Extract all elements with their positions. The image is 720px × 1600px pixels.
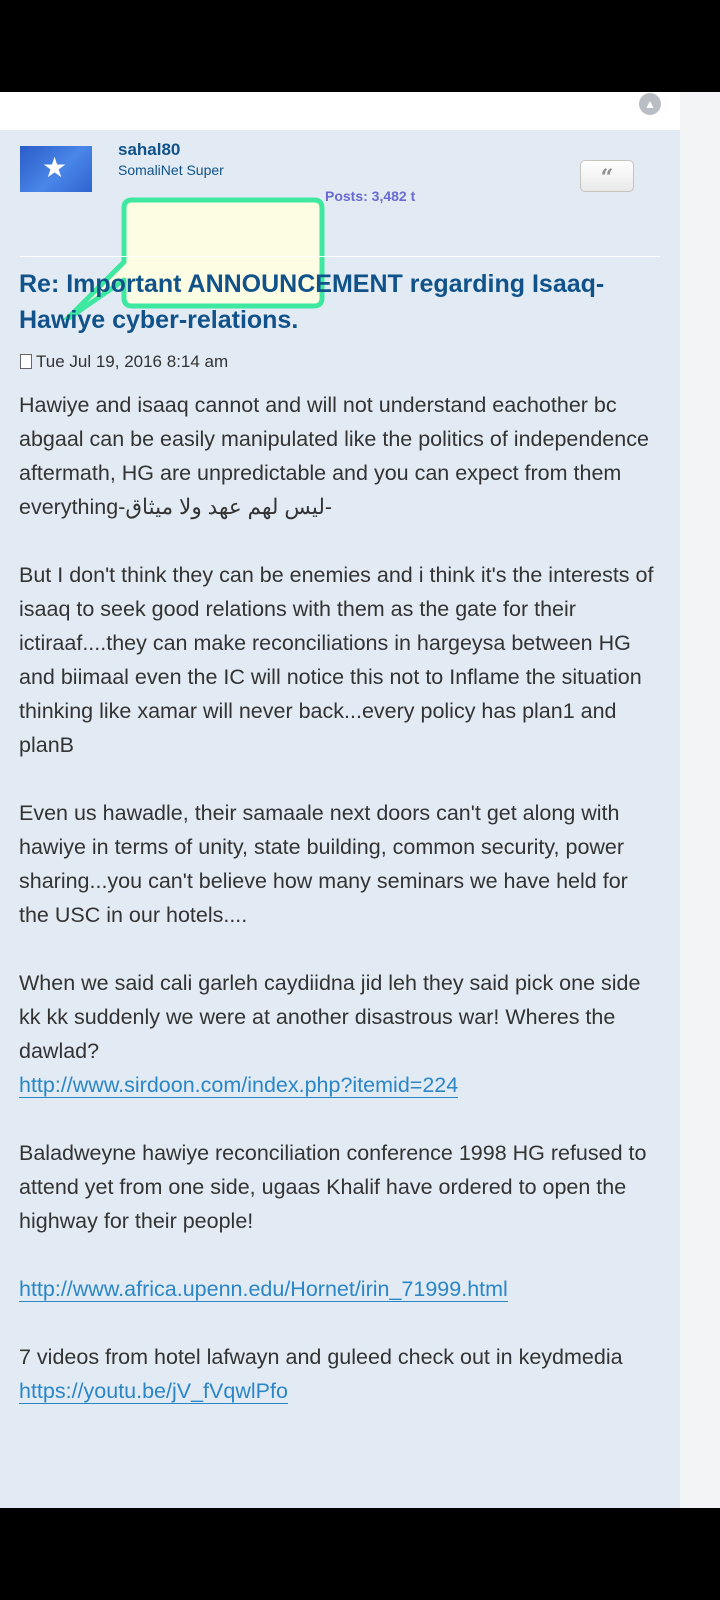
paragraph: Baladweyne hawiye reconciliation confere…	[19, 1141, 647, 1233]
paragraph: Hawiye and isaaq cannot and will not und…	[19, 393, 649, 519]
up-arrow-icon[interactable]: ▲	[639, 93, 661, 115]
post-icon[interactable]	[20, 354, 32, 369]
username[interactable]: sahal80	[118, 140, 180, 160]
navigation-bar-area	[0, 1508, 720, 1600]
post-content: Hawiye and isaaq cannot and will not und…	[19, 388, 659, 1442]
top-nav: ▲	[0, 92, 680, 122]
user-info-link[interactable]: Posts: 3,482 t	[325, 188, 415, 204]
link-africa-upenn[interactable]: http://www.africa.upenn.edu/Hornet/irin_…	[19, 1277, 508, 1302]
paragraph: 7 videos from hotel lafwayn and guleed c…	[19, 1340, 659, 1408]
quote-button[interactable]: “	[580, 160, 634, 192]
paragraph: http://www.africa.upenn.edu/Hornet/irin_…	[19, 1272, 659, 1306]
divider	[20, 256, 660, 257]
post-date: Tue Jul 19, 2016 8:14 am	[20, 352, 228, 372]
status-bar-area	[0, 0, 720, 92]
post-date-text: Tue Jul 19, 2016 8:14 am	[36, 352, 229, 371]
link-sirdoon[interactable]: http://www.sirdoon.com/index.php?itemid=…	[19, 1073, 459, 1098]
link-youtube[interactable]: https://youtu.be/jV_fVqwlPfo	[19, 1379, 288, 1404]
paragraph: But I don't think they can be enemies an…	[19, 563, 654, 757]
forum-page: ▲ ★ sahal80 SomaliNet Super Posts: 3,482…	[0, 92, 720, 1508]
paragraph-text: When we said cali garleh caydiidna jid l…	[19, 971, 641, 1063]
paragraph-text: 7 videos from hotel lafwayn and guleed c…	[19, 1345, 623, 1369]
paragraph: Even us hawadle, their samaale next door…	[19, 801, 628, 927]
quote-icon: “	[600, 165, 614, 191]
page-margin	[680, 92, 720, 1508]
paragraph: When we said cali garleh caydiidna jid l…	[19, 966, 659, 1102]
post-title[interactable]: Re: Important ANNOUNCEMENT regarding Isa…	[19, 266, 659, 338]
forum-post: ★ sahal80 SomaliNet Super Posts: 3,482 t…	[0, 130, 680, 1508]
